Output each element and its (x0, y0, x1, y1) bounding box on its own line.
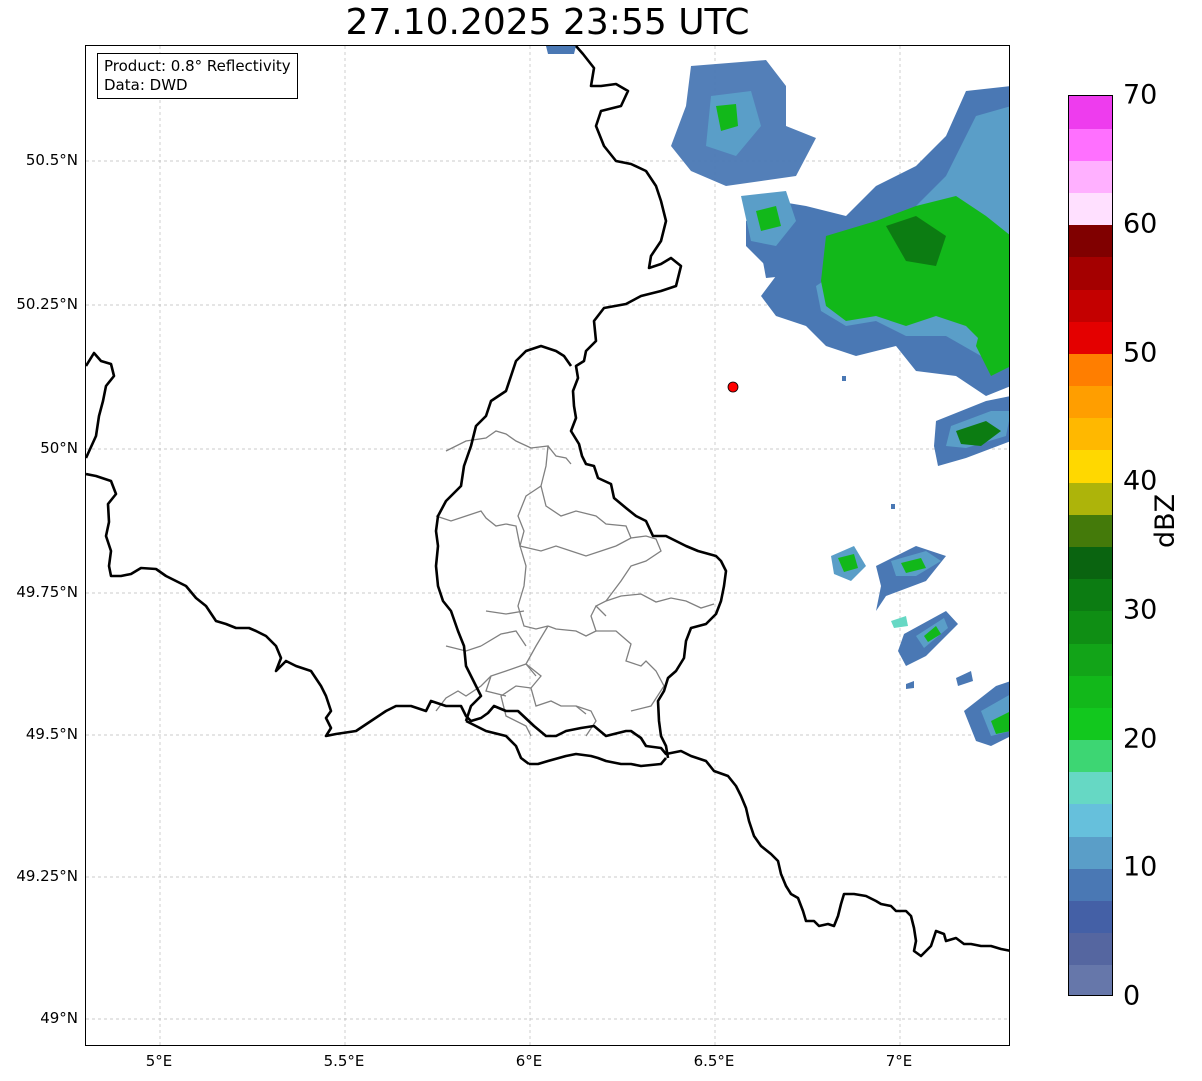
colorbar-tick-label: 40 (1123, 465, 1158, 497)
colorbar-segment (1069, 868, 1112, 901)
colorbar-segment (1069, 353, 1112, 387)
colorbar-segment (1069, 836, 1112, 869)
lon-tick-label: 6.5°E (693, 1052, 735, 1070)
national-borders (86, 46, 1009, 958)
colorbar-segment (1069, 385, 1112, 419)
colorbar-tick-label: 10 (1123, 851, 1158, 883)
colorbar-segment (1069, 321, 1112, 354)
info-product: Product: 0.8° Reflectivity (104, 57, 291, 75)
colorbar-tick-label: 20 (1123, 723, 1158, 755)
colorbar-segment (1069, 289, 1112, 322)
colorbar-segment (1069, 192, 1112, 226)
lon-tick-label: 5°E (145, 1052, 173, 1070)
colorbar-segment (1069, 771, 1112, 805)
colorbar-segment (1069, 707, 1112, 741)
colorbar-segment (1069, 610, 1112, 644)
lat-tick-label: 50.5°N (25, 151, 78, 169)
colorbar-tick-label: 0 (1123, 980, 1141, 1012)
colorbar-segment (1069, 578, 1112, 612)
radar-echoes (546, 46, 1009, 746)
colorbar-segment (1069, 128, 1112, 161)
colorbar-segment (1069, 675, 1112, 708)
lat-tick-label: 50.25°N (16, 295, 78, 313)
colorbar-segment (1069, 932, 1112, 966)
colorbar-tick-label: 30 (1123, 594, 1158, 626)
info-data: Data: DWD (104, 76, 188, 94)
lat-tick-label: 49°N (40, 1009, 78, 1027)
colorbar-tick-label: 70 (1123, 79, 1158, 111)
colorbar-segment (1069, 514, 1112, 547)
lat-tick-label: 50°N (40, 439, 78, 457)
colorbar-segment (1069, 643, 1112, 676)
colorbar-segment (1069, 546, 1112, 580)
map-title: 27.10.2025 23:55 UTC (345, 2, 750, 43)
colorbar-segment (1069, 739, 1112, 773)
radar-site-marker[interactable] (727, 381, 739, 393)
colorbar-segment (1069, 417, 1112, 451)
colorbar-segment (1069, 964, 1112, 995)
colorbar-segment (1069, 224, 1112, 258)
colorbar-segment (1069, 900, 1112, 934)
colorbar-tick-label: 60 (1123, 208, 1158, 240)
radar-map[interactable] (85, 45, 1010, 1046)
colorbar-tick-label: 50 (1123, 337, 1158, 369)
colorbar-label: dBZ (1150, 493, 1181, 548)
colorbar-segment (1069, 256, 1112, 290)
colorbar (1068, 95, 1113, 996)
info-box: Product: 0.8° Reflectivity Data: DWD (97, 53, 298, 99)
colorbar-segment (1069, 482, 1112, 515)
colorbar-segment (1069, 449, 1112, 483)
lat-tick-label: 49.25°N (16, 867, 78, 885)
lat-tick-label: 49.5°N (25, 725, 78, 743)
lon-tick-label: 5.5°E (323, 1052, 365, 1070)
map-canvas (86, 46, 1009, 1045)
lon-tick-label: 6°E (515, 1052, 543, 1070)
colorbar-segment (1069, 96, 1112, 129)
colorbar-segment (1069, 803, 1112, 837)
lon-tick-label: 7°E (885, 1052, 913, 1070)
colorbar-segment (1069, 160, 1112, 194)
lat-tick-label: 49.75°N (16, 583, 78, 601)
